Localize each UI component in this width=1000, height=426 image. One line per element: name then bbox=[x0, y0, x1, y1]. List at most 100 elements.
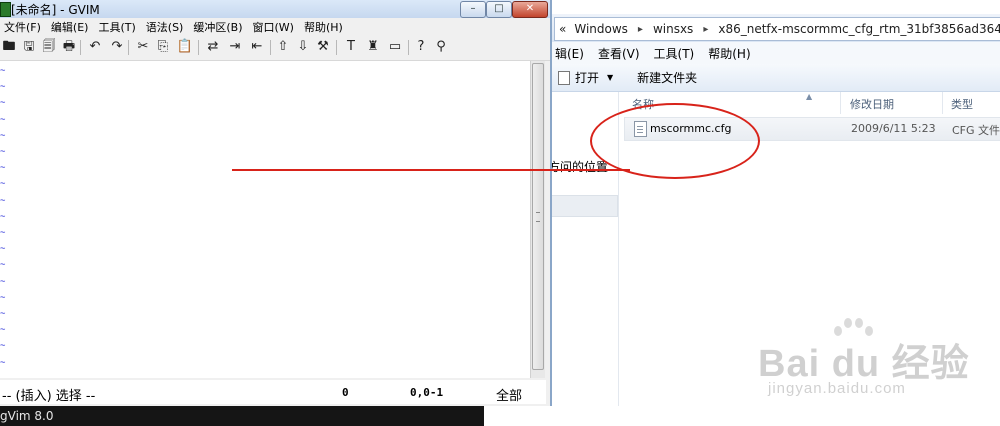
undo-icon[interactable]: ↶ bbox=[86, 38, 104, 56]
nav-item-recent-places[interactable]: 方问的位置 bbox=[548, 158, 608, 175]
chevron-right-icon[interactable]: ▸ bbox=[697, 24, 714, 35]
column-divider[interactable] bbox=[942, 92, 943, 114]
open-button-label: 打开 bbox=[575, 71, 600, 85]
breadcrumb-windows[interactable]: Windows bbox=[570, 22, 632, 36]
empty-line-tilde: ~ bbox=[0, 260, 6, 270]
empty-line-tilde: ~ bbox=[0, 66, 6, 76]
gvim-menubar: 文件(F) 编辑(E) 工具(T) 语法(S) 缓冲区(B) 窗口(W) 帮助(… bbox=[0, 18, 550, 36]
open-button[interactable]: 打开 ▼ bbox=[548, 69, 623, 86]
empty-line-tilde: ~ bbox=[0, 163, 6, 173]
empty-line-tilde: ~ bbox=[0, 98, 6, 108]
column-header-type[interactable]: 类型 bbox=[951, 96, 973, 112]
menu-edit[interactable]: 辑(E) bbox=[548, 45, 591, 62]
menu-window[interactable]: 窗口(W) bbox=[249, 19, 300, 35]
redo-icon[interactable]: ↷ bbox=[108, 38, 126, 56]
make-icon[interactable]: T bbox=[342, 38, 360, 56]
cursor-position: 0,0-1 bbox=[410, 386, 444, 399]
scroll-position: 全部 bbox=[496, 389, 523, 404]
watermark-logo-text: Bai du 经验 bbox=[758, 343, 970, 385]
find-prev-icon[interactable]: ⇤ bbox=[248, 38, 266, 56]
title-bar[interactable]: [未命名] - GVIM – □ ✕ bbox=[0, 0, 550, 18]
toolbar-separator bbox=[408, 40, 409, 55]
cut-icon[interactable]: ✂ bbox=[134, 38, 152, 56]
empty-line-tilde: ~ bbox=[0, 212, 6, 222]
menu-syntax[interactable]: 语法(S) bbox=[142, 19, 190, 35]
column-header-date[interactable]: 修改日期 bbox=[850, 96, 894, 112]
toolbar-separator bbox=[80, 40, 81, 55]
vim-app-icon[interactable] bbox=[0, 2, 11, 17]
load-session-icon[interactable]: ⇧ bbox=[274, 38, 292, 56]
print-icon[interactable]: 🖶 bbox=[60, 38, 78, 56]
dropdown-arrow-icon[interactable]: ▼ bbox=[607, 73, 613, 82]
empty-line-tilde: ~ bbox=[0, 196, 6, 206]
empty-line-tilde: ~ bbox=[0, 115, 6, 125]
menu-view[interactable]: 查看(V) bbox=[591, 45, 647, 62]
column-divider[interactable] bbox=[840, 92, 841, 114]
tags-icon[interactable]: ▭ bbox=[386, 38, 404, 56]
new-folder-label: 新建文件夹 bbox=[637, 71, 698, 85]
document-icon bbox=[558, 70, 570, 85]
file-date: 2009/6/11 5:23 bbox=[851, 122, 936, 135]
nav-item-selected[interactable] bbox=[548, 195, 618, 217]
menu-help[interactable]: 帮助(H) bbox=[701, 45, 757, 62]
empty-line-tilde: ~ bbox=[0, 82, 6, 92]
scrollbar-thumb[interactable] bbox=[532, 63, 544, 370]
menu-help[interactable]: 帮助(H) bbox=[300, 19, 349, 35]
address-bar: « Windows ▸ winsxs ▸ x86_netfx-mscormmc_… bbox=[548, 14, 1000, 43]
shell-icon[interactable]: ♜ bbox=[364, 38, 382, 56]
gvim-toolbar: 🖿 🖫 🗐 🖶 ↶ ↷ ✂ ⎘ 📋 ⇄ ⇥ ⇤ ⇧ ⇩ ⚒ T ♜ ▭ ? ⚲ bbox=[0, 36, 550, 61]
menu-edit[interactable]: 编辑(E) bbox=[47, 19, 95, 35]
menu-file[interactable]: 文件(F) bbox=[0, 19, 47, 35]
open-icon[interactable]: 🖿 bbox=[0, 38, 18, 56]
empty-line-tilde: ~ bbox=[0, 277, 6, 287]
save-icon[interactable]: 🖫 bbox=[20, 38, 38, 56]
menu-tools[interactable]: 工具(T) bbox=[94, 19, 141, 35]
help-icon[interactable]: ? bbox=[412, 38, 430, 56]
vertical-scrollbar[interactable] bbox=[530, 61, 545, 378]
empty-line-tilde: ~ bbox=[0, 179, 6, 189]
taskbar: gVim 8.0 bbox=[0, 406, 1000, 426]
paste-icon[interactable]: 📋 bbox=[176, 38, 194, 56]
new-folder-button[interactable]: 新建文件夹 bbox=[627, 69, 707, 86]
save-all-icon[interactable]: 🗐 bbox=[40, 38, 58, 56]
find-next-icon[interactable]: ⇥ bbox=[226, 38, 244, 56]
status-column: 0 bbox=[342, 386, 349, 399]
annotation-circle bbox=[590, 103, 760, 179]
editor-text-area[interactable]: ~ ~ ~ ~ ~ ~ ~ ~ ~ ~ ~ ~ ~ ~ ~ ~ ~ ~ ~ bbox=[0, 61, 530, 378]
empty-line-tilde: ~ bbox=[0, 244, 6, 254]
breadcrumb-current-folder[interactable]: x86_netfx-mscormmc_cfg_rtm_31bf3856ad364… bbox=[714, 22, 1000, 36]
run-script-icon[interactable]: ⚒ bbox=[314, 38, 332, 56]
annotation-arrow-line bbox=[232, 169, 630, 171]
save-session-icon[interactable]: ⇩ bbox=[294, 38, 312, 56]
toolbar-separator bbox=[198, 40, 199, 55]
command-bar: 打开 ▼ 新建文件夹 bbox=[548, 64, 1000, 92]
minimize-button[interactable]: – bbox=[460, 1, 486, 18]
breadcrumb[interactable]: « Windows ▸ winsxs ▸ x86_netfx-mscormmc_… bbox=[554, 17, 1000, 41]
empty-line-tilde: ~ bbox=[0, 358, 6, 368]
empty-line-tilde: ~ bbox=[0, 341, 6, 351]
scrollbar-grip-icon bbox=[536, 212, 540, 222]
sort-arrow-icon: ▲ bbox=[806, 92, 813, 101]
menu-buffers[interactable]: 缓冲区(B) bbox=[189, 19, 248, 35]
empty-line-tilde: ~ bbox=[0, 293, 6, 303]
taskbar-gvim-label: gVim 8.0 bbox=[0, 409, 54, 423]
maximize-button[interactable]: □ bbox=[486, 1, 512, 18]
find-help-icon[interactable]: ⚲ bbox=[432, 38, 450, 56]
breadcrumb-overflow[interactable]: « bbox=[555, 22, 570, 36]
chevron-right-icon[interactable]: ▸ bbox=[632, 24, 649, 35]
empty-line-tilde: ~ bbox=[0, 325, 6, 335]
empty-line-tilde: ~ bbox=[0, 309, 6, 319]
copy-icon[interactable]: ⎘ bbox=[154, 38, 172, 56]
taskbar-gvim-item[interactable]: gVim 8.0 bbox=[0, 406, 484, 426]
explorer-menubar: 辑(E) 查看(V) 工具(T) 帮助(H) bbox=[548, 42, 1000, 65]
close-button[interactable]: ✕ bbox=[512, 1, 548, 18]
empty-line-tilde: ~ bbox=[0, 131, 6, 141]
toolbar-separator bbox=[128, 40, 129, 55]
breadcrumb-winsxs[interactable]: winsxs bbox=[649, 22, 697, 36]
mode-indicator: -- (插入) 选择 -- bbox=[2, 389, 96, 404]
menu-tools[interactable]: 工具(T) bbox=[647, 45, 702, 62]
replace-icon[interactable]: ⇄ bbox=[204, 38, 222, 56]
file-type: CFG 文件 bbox=[952, 124, 1000, 137]
empty-line-tilde: ~ bbox=[0, 147, 6, 157]
window-title: [未命名] - GVIM bbox=[11, 3, 100, 17]
